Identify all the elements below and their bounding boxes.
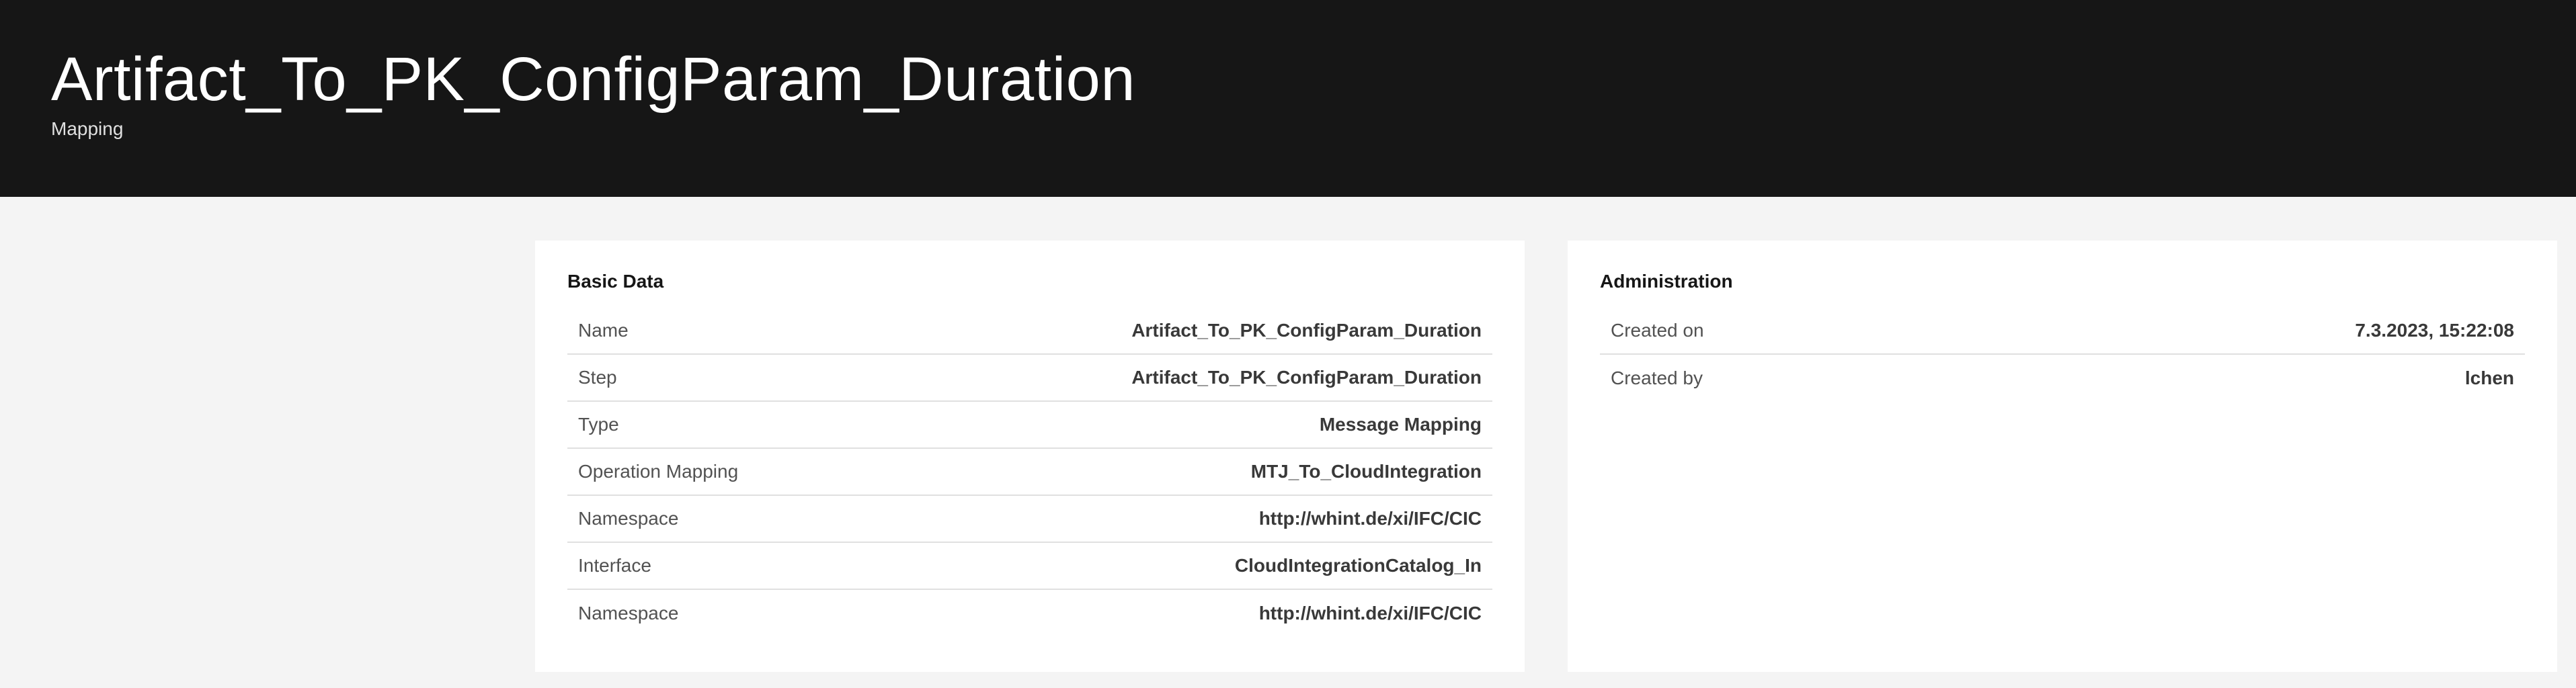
- basic-data-row-type: Type Message Mapping: [567, 402, 1492, 449]
- row-label: Created by: [1611, 367, 1703, 388]
- row-label: Namespace: [578, 602, 679, 624]
- administration-table: Created on 7.3.2023, 15:22:08 Created by…: [1600, 308, 2525, 402]
- row-label: Interface: [578, 554, 651, 576]
- administration-tile: Administration Created on 7.3.2023, 15:2…: [1568, 241, 2557, 672]
- row-label: Created on: [1611, 319, 1704, 341]
- basic-data-row-namespace: Namespace http://whint.de/xi/IFC/CIC: [567, 496, 1492, 543]
- administration-row-created-by: Created by lchen: [1600, 355, 2525, 402]
- row-label: Namespace: [578, 507, 679, 529]
- row-value: MTJ_To_CloudIntegration: [1250, 460, 1482, 482]
- row-value: Artifact_To_PK_ConfigParam_Duration: [1131, 366, 1482, 388]
- basic-data-title: Basic Data: [567, 271, 664, 292]
- page-title: Artifact_To_PK_ConfigParam_Duration: [51, 45, 1135, 114]
- basic-data-row-interface: Interface CloudIntegrationCatalog_In: [567, 543, 1492, 590]
- row-value: lchen: [2464, 367, 2514, 388]
- basic-data-row-operation-mapping: Operation Mapping MTJ_To_CloudIntegratio…: [567, 449, 1492, 496]
- basic-data-row-step: Step Artifact_To_PK_ConfigParam_Duration: [567, 355, 1492, 402]
- basic-data-row-interface-namespace: Namespace http://whint.de/xi/IFC/CIC: [567, 590, 1492, 637]
- row-value: 7.3.2023, 15:22:08: [2355, 319, 2514, 341]
- row-label: Step: [578, 366, 617, 388]
- row-value: http://whint.de/xi/IFC/CIC: [1258, 602, 1482, 624]
- administration-title: Administration: [1600, 271, 1733, 292]
- row-label: Operation Mapping: [578, 460, 739, 482]
- row-value: http://whint.de/xi/IFC/CIC: [1258, 507, 1482, 529]
- row-value: Message Mapping: [1319, 413, 1482, 435]
- row-value: CloudIntegrationCatalog_In: [1234, 554, 1482, 576]
- basic-data-row-name: Name Artifact_To_PK_ConfigParam_Duration: [567, 308, 1492, 355]
- basic-data-table: Name Artifact_To_PK_ConfigParam_Duration…: [567, 308, 1492, 637]
- basic-data-tile: Basic Data Name Artifact_To_PK_ConfigPar…: [535, 241, 1525, 672]
- page-header: Artifact_To_PK_ConfigParam_Duration Mapp…: [0, 0, 2576, 197]
- row-value: Artifact_To_PK_ConfigParam_Duration: [1131, 319, 1482, 341]
- page-subtitle: Mapping: [51, 118, 124, 139]
- row-label: Type: [578, 413, 619, 435]
- administration-row-created-on: Created on 7.3.2023, 15:22:08: [1600, 308, 2525, 355]
- row-label: Name: [578, 319, 629, 341]
